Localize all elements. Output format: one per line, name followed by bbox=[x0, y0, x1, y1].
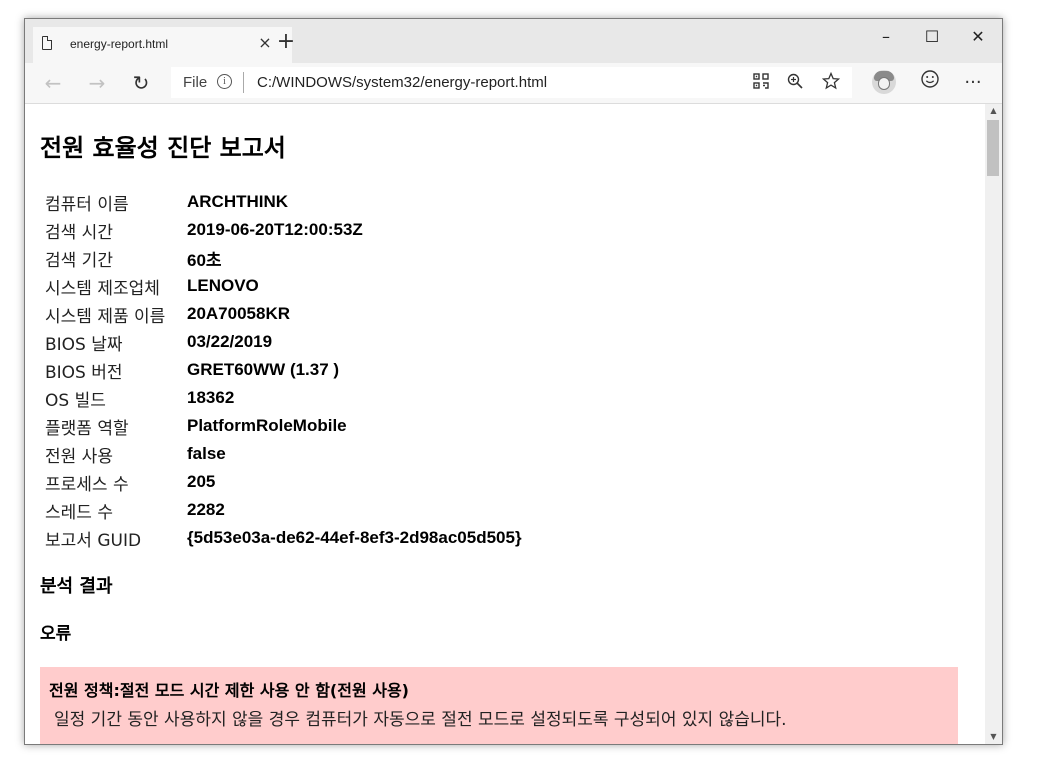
info-value: 2282 bbox=[187, 500, 225, 519]
info-key: 컴퓨터 이름 bbox=[45, 194, 129, 215]
info-value: {5d53e03a-de62-44ef-8ef3-2d98ac05d505} bbox=[187, 528, 522, 547]
forward-button[interactable]: → bbox=[83, 69, 111, 97]
info-row-scan-duration: 검색 기간 60초 bbox=[45, 244, 522, 272]
info-row-computer-name: 컴퓨터 이름 ARCHTHINK bbox=[45, 188, 522, 216]
profile-avatar[interactable] bbox=[872, 70, 896, 94]
info-key: 플랫폼 역할 bbox=[45, 418, 129, 439]
read-aloud-icon[interactable] bbox=[751, 72, 771, 92]
page-content: 전원 효율성 진단 보고서 컴퓨터 이름 ARCHTHINK 검색 시간 201… bbox=[25, 104, 985, 744]
info-key: BIOS 날짜 bbox=[45, 334, 123, 355]
info-key: 프로세스 수 bbox=[45, 474, 129, 495]
tab-title: energy-report.html bbox=[70, 37, 169, 51]
info-value: 2019-06-20T12:00:53Z bbox=[187, 220, 363, 239]
info-value: PlatformRoleMobile bbox=[187, 416, 347, 435]
info-key: 검색 시간 bbox=[45, 222, 113, 243]
scroll-up-arrow[interactable]: ▲ bbox=[985, 104, 1002, 118]
file-icon bbox=[42, 35, 53, 50]
address-divider bbox=[243, 72, 244, 93]
info-value: LENOVO bbox=[187, 276, 259, 295]
scroll-down-arrow[interactable]: ▼ bbox=[985, 730, 1002, 744]
info-key: 전원 사용 bbox=[45, 446, 113, 467]
info-key: 스레드 수 bbox=[45, 502, 113, 523]
info-row-os-build: OS 빌드 18362 bbox=[45, 384, 522, 412]
errors-heading: 오류 bbox=[40, 624, 72, 644]
info-key: OS 빌드 bbox=[45, 390, 106, 411]
site-info-icon[interactable]: i bbox=[217, 74, 232, 89]
info-value: 205 bbox=[187, 472, 216, 491]
zoom-icon[interactable] bbox=[785, 72, 805, 92]
info-value: false bbox=[187, 444, 226, 463]
scrollbar-thumb[interactable] bbox=[987, 120, 999, 176]
info-value: GRET60WW (1.37 ) bbox=[187, 360, 340, 379]
tab-close-button[interactable]: × bbox=[255, 33, 275, 53]
new-tab-button[interactable]: + bbox=[275, 31, 297, 53]
address-url[interactable]: C:/WINDOWS/system32/energy-report.html bbox=[257, 74, 547, 91]
info-key: 검색 기간 bbox=[45, 250, 113, 271]
close-window-button[interactable]: ✕ bbox=[960, 25, 996, 49]
info-key: 시스템 제조업체 bbox=[45, 278, 160, 299]
info-key: BIOS 버전 bbox=[45, 362, 123, 383]
tab-strip: energy-report.html × + – ☐ ✕ bbox=[25, 19, 1002, 63]
error-item: 전원 정책:절전 모드 시간 제한 사용 안 함(전원 사용) 일정 기간 동안… bbox=[40, 667, 958, 744]
tab-energy-report[interactable]: energy-report.html × bbox=[33, 27, 292, 63]
more-menu-icon[interactable]: ··· bbox=[959, 69, 987, 97]
emoji-feedback-icon[interactable] bbox=[916, 69, 944, 97]
error-title: 전원 정책:절전 모드 시간 제한 사용 안 함(전원 사용) bbox=[49, 681, 409, 700]
info-value: 18362 bbox=[187, 388, 235, 407]
vertical-scrollbar[interactable]: ▲ ▼ bbox=[985, 104, 1002, 744]
address-scheme-label: File bbox=[183, 74, 208, 91]
analysis-results-heading: 분석 결과 bbox=[40, 576, 113, 597]
info-row-process-count: 프로세스 수 205 bbox=[45, 468, 522, 496]
page-title: 전원 효율성 진단 보고서 bbox=[40, 134, 286, 162]
info-value: 60초 bbox=[187, 250, 222, 270]
info-row-report-guid: 보고서 GUID {5d53e03a-de62-44ef-8ef3-2d98ac… bbox=[45, 524, 522, 552]
info-row-scan-time: 검색 시간 2019-06-20T12:00:53Z bbox=[45, 216, 522, 244]
info-row-system-manufacturer: 시스템 제조업체 LENOVO bbox=[45, 272, 522, 300]
browser-toolbar: ← → ↻ File i C:/WINDOWS/system32/energy-… bbox=[25, 63, 1002, 104]
info-key: 시스템 제품 이름 bbox=[45, 306, 166, 327]
avatar-face bbox=[878, 77, 890, 90]
info-value: 03/22/2019 bbox=[187, 332, 273, 351]
maximize-button[interactable]: ☐ bbox=[914, 25, 950, 49]
refresh-button[interactable]: ↻ bbox=[127, 69, 155, 97]
info-key: 보고서 GUID bbox=[45, 530, 142, 551]
back-button[interactable]: ← bbox=[39, 69, 67, 97]
error-description: 일정 기간 동안 사용하지 않을 경우 컴퓨터가 자동으로 절전 모드로 설정되… bbox=[54, 710, 787, 730]
minimize-button[interactable]: – bbox=[868, 25, 904, 49]
info-value: ARCHTHINK bbox=[187, 192, 289, 211]
info-value: 20A70058KR bbox=[187, 304, 291, 323]
info-row-platform-role: 플랫폼 역할 PlatformRoleMobile bbox=[45, 412, 522, 440]
info-row-bios-version: BIOS 버전 GRET60WW (1.37 ) bbox=[45, 356, 522, 384]
browser-window: energy-report.html × + – ☐ ✕ ← → ↻ File … bbox=[24, 18, 1003, 745]
favorite-star-icon[interactable] bbox=[821, 71, 841, 92]
info-row-system-product-name: 시스템 제품 이름 20A70058KR bbox=[45, 300, 522, 328]
address-bar[interactable]: File i C:/WINDOWS/system32/energy-report… bbox=[171, 67, 852, 98]
info-row-power-use: 전원 사용 false bbox=[45, 440, 522, 468]
info-row-thread-count: 스레드 수 2282 bbox=[45, 496, 522, 524]
info-row-bios-date: BIOS 날짜 03/22/2019 bbox=[45, 328, 522, 356]
system-info-table: 컴퓨터 이름 ARCHTHINK 검색 시간 2019-06-20T12:00:… bbox=[45, 188, 522, 552]
